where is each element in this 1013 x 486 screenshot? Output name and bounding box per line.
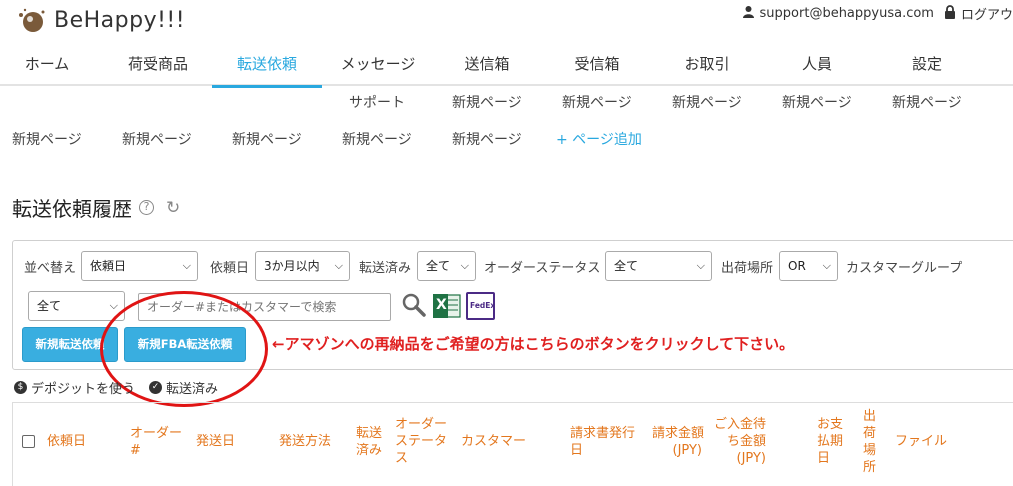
order-status-select-value: 全て — [614, 259, 639, 273]
forwarded-select-value: 全て — [426, 259, 451, 273]
subnav-new-page[interactable]: 新規ページ — [892, 92, 962, 112]
sort-select-value: 依頼日 — [90, 259, 127, 273]
column-header-ship-date[interactable]: 発送日 — [196, 434, 235, 451]
date-select[interactable]: 3か月以内 ⌵ — [255, 251, 350, 281]
subnav-support[interactable]: サポート — [349, 92, 405, 112]
subnav-new-page[interactable]: 新規ページ — [342, 129, 412, 149]
dollar-icon: $ — [14, 381, 27, 394]
column-header-pending-amount[interactable]: ご入金待 ち金額 (JPY) — [714, 417, 766, 468]
order-status-select[interactable]: 全て ⌵ — [605, 251, 712, 281]
search-icon[interactable] — [401, 292, 427, 322]
column-header-ship-location[interactable]: 出 荷 場 所 — [863, 409, 876, 477]
chevron-down-icon: ⌵ — [334, 259, 343, 272]
refresh-icon[interactable]: ↻ — [166, 198, 180, 218]
subnav-new-page[interactable]: 新規ページ — [232, 129, 302, 149]
user-email[interactable]: support@behappyusa.com — [760, 6, 934, 21]
legend-forwarded: ✓ 転送済み — [149, 378, 218, 397]
customer-group-select-value: 全て — [37, 299, 62, 313]
lock-icon — [944, 4, 956, 23]
nav-home[interactable]: ホーム — [10, 46, 84, 86]
chevron-down-icon: ⌵ — [822, 259, 831, 272]
nav-messages[interactable]: メッセージ — [333, 46, 423, 86]
subnav-new-page[interactable]: 新規ページ — [452, 92, 522, 112]
column-header-request-date[interactable]: 依頼日 — [47, 434, 86, 451]
help-icon[interactable]: ? — [139, 200, 154, 215]
excel-export-icon[interactable]: X — [432, 292, 461, 320]
column-header-ship-method[interactable]: 発送方法 — [279, 434, 331, 451]
forwarded-label: 転送済み — [359, 261, 412, 276]
fedex-label: FedEx — [470, 301, 496, 310]
column-header-file[interactable]: ファイル — [895, 434, 947, 451]
chevron-down-icon: ⌵ — [182, 259, 191, 272]
sort-label: 並べ替え — [24, 261, 77, 276]
column-header-payment-due[interactable]: お支 払期 日 — [817, 417, 843, 468]
user-area: support@behappyusa.com ログアウ — [742, 4, 1013, 23]
ship-from-select[interactable]: OR ⌵ — [779, 251, 838, 281]
main-nav: ホーム 荷受商品 転送依頼 メッセージ 送信箱 受信箱 お取引 人員 設定 — [0, 46, 1013, 88]
forwarded-select[interactable]: 全て ⌵ — [417, 251, 476, 281]
customer-group-label: カスタマーグループ — [846, 261, 963, 276]
check-circle-icon: ✓ — [149, 381, 162, 394]
column-header-billed-amount[interactable]: 請求金額 (JPY) — [652, 426, 704, 460]
subnav-new-page[interactable]: 新規ページ — [562, 92, 632, 112]
column-header-invoice-date[interactable]: 請求書発行 日 — [570, 426, 635, 460]
column-header-order-no[interactable]: オーダー # — [130, 426, 182, 460]
nav-forwarding-request[interactable]: 転送依頼 — [212, 46, 322, 88]
column-header-order-status[interactable]: オーダー ステータ ス — [395, 417, 447, 468]
logout-link[interactable]: ログアウ — [961, 4, 1013, 23]
excel-export-letter: X — [436, 297, 447, 313]
column-header-customer[interactable]: カスタマー — [461, 434, 526, 451]
date-select-value: 3か月以内 — [264, 259, 320, 273]
nav-outbox[interactable]: 送信箱 — [450, 46, 524, 86]
add-page-link[interactable]: + ページ追加 — [556, 129, 642, 149]
subnav-new-page[interactable]: 新規ページ — [782, 92, 852, 112]
date-label: 依頼日 — [210, 261, 250, 276]
legend-deposit: $ デポジットを使う — [14, 378, 135, 397]
order-status-label: オーダーステータス — [484, 261, 601, 276]
fba-notice: ←アマゾンへの再納品をご希望の方はこちらのボタンをクリックして下さい。 — [272, 335, 795, 353]
chevron-down-icon: ⌵ — [460, 259, 469, 272]
customer-group-select[interactable]: 全て ⌵ — [28, 291, 125, 321]
ship-from-label: 出荷場所 — [721, 261, 774, 276]
nav-inbox[interactable]: 受信箱 — [560, 46, 634, 86]
user-icon — [742, 5, 755, 22]
nav-staff[interactable]: 人員 — [780, 46, 854, 86]
subnav-new-page[interactable]: 新規ページ — [12, 129, 82, 149]
sort-select[interactable]: 依頼日 ⌵ — [81, 251, 198, 281]
column-header-forwarded[interactable]: 転送 済み — [356, 426, 382, 460]
logo-icon — [17, 7, 47, 37]
legend-deposit-label: デポジットを使う — [31, 382, 136, 397]
page-title: 転送依頼履歴 — [12, 197, 132, 221]
select-all-checkbox[interactable] — [22, 435, 35, 448]
nav-settings[interactable]: 設定 — [890, 46, 964, 86]
subnav-new-page[interactable]: 新規ページ — [452, 129, 522, 149]
logo-text[interactable]: BeHappy!!! — [54, 8, 185, 33]
ship-from-select-value: OR — [788, 259, 806, 273]
nav-transactions[interactable]: お取引 — [670, 46, 744, 86]
nav-received-items[interactable]: 荷受商品 — [118, 46, 198, 86]
chevron-down-icon: ⌵ — [696, 259, 705, 272]
legend-forwarded-label: 転送済み — [166, 382, 219, 397]
subnav-new-page[interactable]: 新規ページ — [672, 92, 742, 112]
subnav-new-page[interactable]: 新規ページ — [122, 129, 192, 149]
fedex-icon[interactable]: FedEx — [466, 292, 495, 320]
